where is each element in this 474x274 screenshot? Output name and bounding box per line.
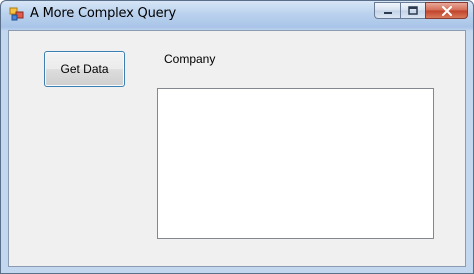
minimize-icon <box>383 11 392 14</box>
close-icon <box>441 5 452 16</box>
window-controls <box>374 2 468 20</box>
maximize-icon <box>408 6 418 15</box>
form-client-area: Get Data Company <box>8 30 466 267</box>
close-button[interactable] <box>425 2 468 19</box>
company-listbox[interactable] <box>157 88 434 239</box>
app-icon[interactable] <box>9 6 25 22</box>
title-bar[interactable]: A More Complex Query <box>1 1 473 29</box>
maximize-button[interactable] <box>400 2 425 19</box>
minimize-button[interactable] <box>374 2 400 19</box>
app-window: A More Complex Query Get Data Company <box>0 0 474 274</box>
window-title: A More Complex Query <box>30 6 177 21</box>
get-data-button[interactable]: Get Data <box>44 51 125 87</box>
company-label: Company <box>164 52 216 66</box>
